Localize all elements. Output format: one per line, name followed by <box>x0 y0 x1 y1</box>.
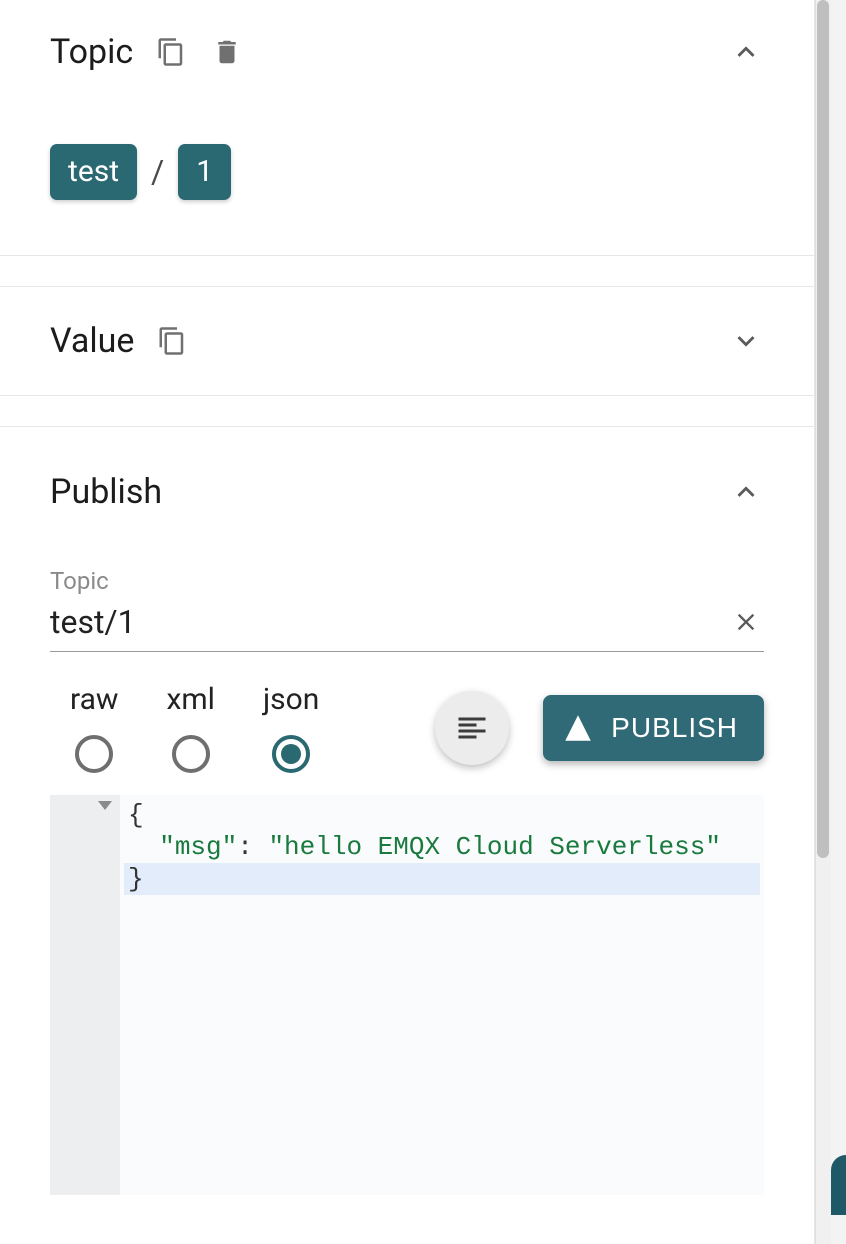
radio-icon <box>272 735 310 773</box>
radio-icon <box>172 735 210 773</box>
publish-button-label: PUBLISH <box>611 712 738 744</box>
value-title-row: Value <box>50 321 190 361</box>
send-icon <box>561 711 595 745</box>
fold-marker-icon[interactable] <box>98 801 112 810</box>
publish-body: Topic raw xml <box>50 557 764 1195</box>
format-label-xml: xml <box>166 682 215 717</box>
side-help-tab[interactable] <box>831 1155 846 1215</box>
main-panel: Topic test / 1 Value <box>0 0 815 1244</box>
format-align-button[interactable] <box>435 691 509 765</box>
topic-input[interactable] <box>50 603 728 641</box>
topic-title-row: Topic <box>50 32 245 72</box>
value-panel-header[interactable]: Value <box>50 287 764 395</box>
topic-field-label: Topic <box>50 567 764 595</box>
chevron-up-icon[interactable] <box>728 34 764 70</box>
clear-icon[interactable] <box>728 604 764 640</box>
copy-icon[interactable] <box>154 323 190 359</box>
editor-code-area[interactable]: { "msg": "hello EMQX Cloud Serverless" } <box>120 795 764 1195</box>
publish-title: Publish <box>50 472 162 512</box>
publish-title-row: Publish <box>50 472 162 512</box>
code-line-1: { <box>124 799 760 831</box>
topic-chip-0[interactable]: test <box>50 144 137 200</box>
chevron-up-icon[interactable] <box>728 474 764 510</box>
topic-panel: Topic test / 1 <box>0 0 814 256</box>
publish-panel: Publish Topic raw <box>0 426 814 1195</box>
topic-separator: / <box>149 153 166 191</box>
payload-editor[interactable]: { "msg": "hello EMQX Cloud Serverless" } <box>50 795 764 1195</box>
topic-title: Topic <box>50 32 133 72</box>
publish-button[interactable]: PUBLISH <box>543 695 764 761</box>
format-label-json: json <box>263 682 319 717</box>
trash-icon[interactable] <box>209 34 245 70</box>
topic-chip-1[interactable]: 1 <box>178 144 231 200</box>
scrollbar-thumb[interactable] <box>817 0 829 858</box>
scrollbar-track[interactable] <box>815 0 831 1244</box>
editor-gutter <box>50 795 120 1195</box>
copy-icon[interactable] <box>153 34 189 70</box>
topic-field-wrap <box>50 603 764 652</box>
topic-panel-header[interactable]: Topic <box>50 0 764 104</box>
chevron-down-icon[interactable] <box>728 323 764 359</box>
format-radio-json[interactable]: json <box>263 682 319 773</box>
code-line-3: } <box>124 863 760 895</box>
code-line-2: "msg": "hello EMQX Cloud Serverless" <box>124 831 760 863</box>
radio-icon <box>75 735 113 773</box>
format-row: raw xml json <box>50 682 764 773</box>
format-label-raw: raw <box>70 682 118 717</box>
format-radio-raw[interactable]: raw <box>70 682 118 773</box>
topic-breadcrumb: test / 1 <box>50 104 764 255</box>
value-title: Value <box>50 321 134 361</box>
publish-panel-header[interactable]: Publish <box>50 427 764 557</box>
value-panel: Value <box>0 286 814 396</box>
format-radio-xml[interactable]: xml <box>166 682 215 773</box>
format-radio-group: raw xml json <box>70 682 319 773</box>
